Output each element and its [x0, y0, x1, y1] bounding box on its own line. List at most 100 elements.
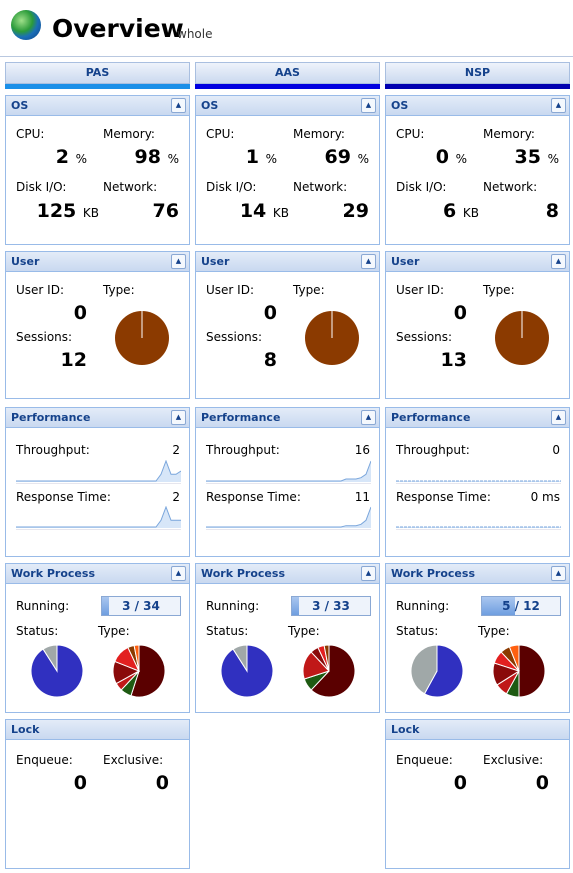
- panel-title: Lock: [391, 723, 420, 736]
- cpu-value: 1: [245, 146, 259, 168]
- status-pie: [30, 644, 84, 698]
- user-id-value: 0: [263, 302, 277, 324]
- lock-panel: Lock Enqueue: Exclusive: 0 0: [5, 719, 190, 869]
- unit: KB: [272, 206, 289, 220]
- running-value: 5 / 12: [502, 599, 540, 613]
- running-progress-bar: 3 / 34: [101, 596, 181, 616]
- unit: KB: [462, 206, 479, 220]
- type-pie: [492, 644, 546, 698]
- status-pie: [410, 644, 464, 698]
- response-time-value: 2: [172, 490, 180, 504]
- page-title: Overview: [52, 14, 184, 43]
- network-value: 8: [545, 200, 559, 222]
- cpu-label: CPU:: [16, 127, 45, 141]
- column-color-bar: [5, 84, 190, 89]
- memory-value: 69: [324, 146, 351, 168]
- memory-label: Memory:: [293, 127, 345, 141]
- enqueue-value: 0: [73, 772, 87, 794]
- unit: %: [547, 152, 559, 166]
- column-aas: AAS OS ▲ CPU: Memory: 1 % 69 % Disk I/O: …: [195, 62, 380, 713]
- panel-title: OS: [201, 99, 219, 112]
- disk-value: 6: [443, 200, 457, 222]
- collapse-icon[interactable]: ▲: [361, 566, 376, 581]
- collapse-icon[interactable]: ▲: [361, 254, 376, 269]
- collapse-icon[interactable]: ▲: [551, 254, 566, 269]
- exclusive-label: Exclusive:: [483, 753, 544, 767]
- type-label: Type:: [478, 624, 510, 638]
- disk-label: Disk I/O:: [396, 180, 447, 194]
- collapse-icon[interactable]: ▲: [551, 410, 566, 425]
- running-progress-bar: 3 / 33: [291, 596, 371, 616]
- throughput-label: Throughput:: [206, 443, 280, 457]
- panel-title: Performance: [11, 411, 91, 424]
- user-panel: User ▲ User ID: Type: 0 Sessions: 12: [5, 251, 190, 399]
- work-process-panel: Work Process ▲ Running: 5 / 12 Status: Ty…: [385, 563, 570, 713]
- collapse-icon[interactable]: ▲: [551, 566, 566, 581]
- throughput-sparkline: [396, 480, 561, 484]
- work-process-panel: Work Process ▲ Running: 3 / 34 Status: Ty…: [5, 563, 190, 713]
- enqueue-label: Enqueue:: [16, 753, 73, 767]
- panel-title: OS: [391, 99, 409, 112]
- user-id-value: 0: [73, 302, 87, 324]
- collapse-icon[interactable]: ▲: [171, 410, 186, 425]
- collapse-icon[interactable]: ▲: [171, 566, 186, 581]
- response-time-value: 0 ms: [530, 490, 560, 504]
- panel-title: Lock: [11, 723, 40, 736]
- running-progress-bar: 5 / 12: [481, 596, 561, 616]
- globe-icon: [11, 10, 41, 40]
- user-id-label: User ID:: [206, 283, 254, 297]
- column-header[interactable]: NSP: [385, 62, 570, 84]
- type-pie: [112, 644, 166, 698]
- memory-value: 35: [514, 146, 541, 168]
- panel-title: User: [201, 255, 230, 268]
- response-time-label: Response Time:: [16, 490, 111, 504]
- page-subtitle: whole: [177, 27, 213, 41]
- status-label: Status:: [396, 624, 439, 638]
- enqueue-value: 0: [453, 772, 467, 794]
- collapse-icon[interactable]: ▲: [171, 254, 186, 269]
- cpu-label: CPU:: [206, 127, 235, 141]
- collapse-icon[interactable]: ▲: [361, 410, 376, 425]
- exclusive-label: Exclusive:: [103, 753, 164, 767]
- throughput-value: 0: [552, 443, 560, 457]
- disk-label: Disk I/O:: [16, 180, 67, 194]
- performance-panel: Performance ▲ Throughput: 16 Response Tim…: [195, 407, 380, 557]
- panel-title: Performance: [201, 411, 281, 424]
- page-header: Overview whole: [0, 0, 573, 57]
- status-label: Status:: [16, 624, 59, 638]
- sessions-label: Sessions:: [16, 330, 73, 344]
- unit: %: [167, 152, 179, 166]
- throughput-value: 16: [354, 443, 370, 457]
- response-time-value: 11: [354, 490, 370, 504]
- performance-panel: Performance ▲ Throughput: 2 Response Time…: [5, 407, 190, 557]
- disk-value: 125: [36, 200, 77, 222]
- network-value: 29: [342, 200, 369, 222]
- panel-title: Work Process: [391, 567, 475, 580]
- collapse-icon[interactable]: ▲: [361, 98, 376, 113]
- user-id-value: 0: [453, 302, 467, 324]
- running-label: Running:: [396, 599, 450, 613]
- sessions-label: Sessions:: [396, 330, 453, 344]
- throughput-sparkline: [16, 460, 181, 484]
- panel-title: OS: [11, 99, 29, 112]
- type-pie: [302, 644, 356, 698]
- type-label: Type:: [293, 283, 325, 297]
- cpu-value: 0: [435, 146, 449, 168]
- column-header[interactable]: PAS: [5, 62, 190, 84]
- panel-title: User: [391, 255, 420, 268]
- column-color-bar: [195, 84, 380, 89]
- collapse-icon[interactable]: ▲: [171, 98, 186, 113]
- network-value: 76: [152, 200, 179, 222]
- unit: %: [75, 152, 87, 166]
- enqueue-label: Enqueue:: [396, 753, 453, 767]
- status-label: Status:: [206, 624, 249, 638]
- column-color-bar: [385, 84, 570, 89]
- status-pie: [220, 644, 274, 698]
- cpu-label: CPU:: [396, 127, 425, 141]
- collapse-icon[interactable]: ▲: [551, 98, 566, 113]
- response-time-label: Response Time:: [206, 490, 301, 504]
- column-header[interactable]: AAS: [195, 62, 380, 84]
- os-panel: OS ▲ CPU: Memory: 1 % 69 % Disk I/O: Netw…: [195, 95, 380, 245]
- response-time-label: Response Time:: [396, 490, 491, 504]
- panel-title: User: [11, 255, 40, 268]
